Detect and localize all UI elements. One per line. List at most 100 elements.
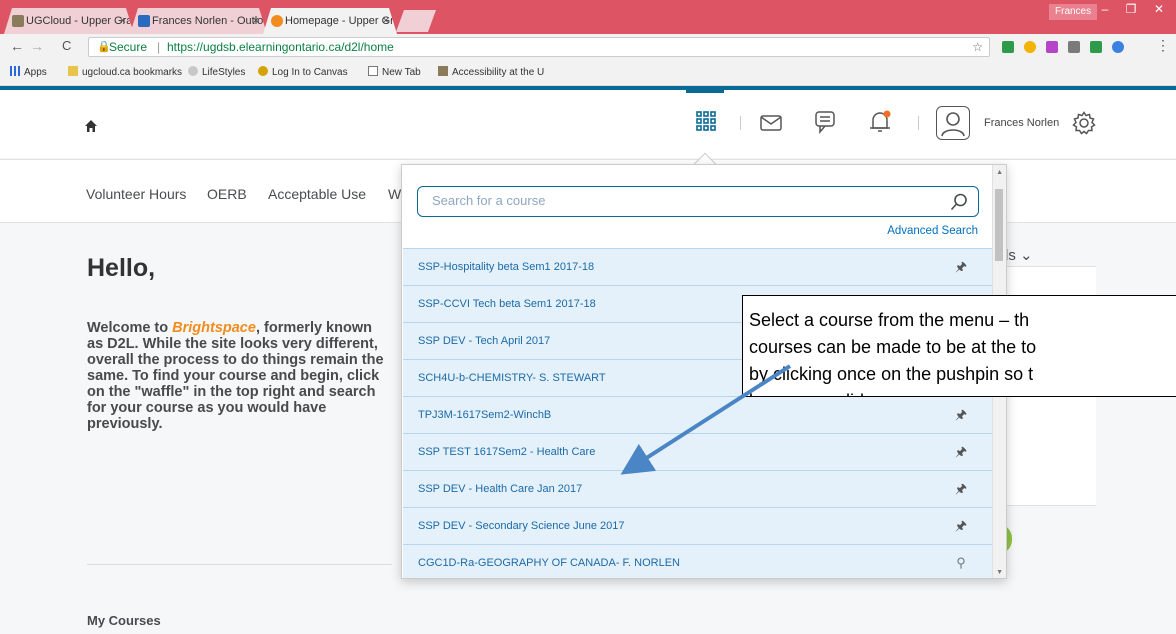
course-name[interactable]: SSP DEV - Secondary Science June 2017: [418, 520, 624, 532]
bookmark-apps[interactable]: Apps: [10, 66, 47, 78]
page-icon: [368, 66, 378, 76]
instruction-callout: Select a course from the menu – th cours…: [742, 295, 1176, 397]
extension-icon[interactable]: [1024, 41, 1036, 53]
home-icon[interactable]: [84, 118, 98, 138]
bookmark-new-tab[interactable]: New Tab: [368, 66, 421, 78]
pushpin-solid-icon[interactable]: 🖈: [954, 397, 968, 433]
pushpin-solid-icon[interactable]: 🖈: [954, 249, 968, 285]
course-name[interactable]: SSP TEST 1617Sem2 - Health Care: [418, 446, 595, 458]
tab-close-icon[interactable]: ×: [120, 8, 126, 34]
course-name[interactable]: SSP DEV - Health Care Jan 2017: [418, 483, 582, 495]
course-item[interactable]: SSP-Hospitality beta Sem1 2017-18 🖈: [403, 248, 992, 285]
course-name[interactable]: SCH4U-b-CHEMISTRY- S. STEWART: [418, 372, 606, 384]
bookmark-accessibility[interactable]: Accessibility at the U: [438, 66, 544, 78]
lifestyles-icon: [188, 66, 198, 76]
callout-line: Select a course from the menu – th: [749, 310, 1030, 330]
minimize-icon[interactable]: –: [1092, 2, 1118, 16]
url-text: https://ugdsb.elearningontario.ca/d2l/ho…: [167, 40, 394, 54]
back-icon[interactable]: ←: [10, 38, 24, 54]
callout-line: by clicking once on the pushpin so t: [749, 364, 1034, 384]
pushpin-solid-icon[interactable]: 🖈: [954, 508, 968, 544]
window-close-icon[interactable]: ✕: [1146, 2, 1172, 16]
apps-grid-icon: [10, 66, 20, 76]
pushpin-solid-icon[interactable]: 🖈: [954, 434, 968, 470]
course-name[interactable]: SSP-Hospitality beta Sem1 2017-18: [418, 261, 594, 273]
profile-chip[interactable]: Frances: [1049, 4, 1098, 20]
nav-link-oerb[interactable]: OERB: [207, 186, 247, 202]
user-name[interactable]: Frances Norlen: [984, 117, 1059, 129]
chat-icon[interactable]: [814, 110, 840, 136]
content-divider: [87, 564, 392, 565]
pushpin-solid-icon[interactable]: 🖈: [954, 471, 968, 507]
nav-link-volunteer-hours[interactable]: Volunteer Hours: [86, 186, 186, 202]
waffle-grid-icon[interactable]: [695, 110, 721, 136]
mail-icon[interactable]: [760, 114, 786, 140]
course-name[interactable]: SSP DEV - Tech April 2017: [418, 335, 550, 347]
course-item[interactable]: SSP TEST 1617Sem2 - Health Care 🖈: [403, 433, 992, 470]
secure-label: Secure: [109, 40, 148, 54]
brightspace-icon: [271, 15, 283, 27]
extension-icon[interactable]: [1046, 41, 1058, 53]
tab-close-icon[interactable]: ×: [253, 8, 259, 34]
course-name[interactable]: TPJ3M-1617Sem2-WinchB: [418, 409, 551, 421]
scroll-up-icon[interactable]: ▲: [996, 169, 1003, 176]
bookmark-star-icon[interactable]: ☆: [972, 38, 983, 56]
bookmark-lifestyles[interactable]: LifeStyles: [188, 66, 245, 78]
bookmark-canvas[interactable]: Log In to Canvas: [258, 66, 348, 78]
restore-icon[interactable]: ❐: [1118, 2, 1144, 16]
callout-line: becomes solid: [749, 388, 1176, 396]
course-item[interactable]: TPJ3M-1617Sem2-WinchB 🖈: [403, 396, 992, 433]
welcome-message: Welcome to Brightspace, formerly known a…: [87, 320, 384, 432]
tab-label: Homepage - Upper Gran: [285, 15, 397, 27]
tab-label: Frances Norlen - Outlool: [152, 15, 267, 27]
nav-link-acceptable-use[interactable]: Acceptable Use: [268, 186, 366, 202]
scrollbar-thumb[interactable]: [995, 189, 1003, 261]
course-item[interactable]: SSP DEV - Health Care Jan 2017 🖈: [403, 470, 992, 507]
new-tab-button[interactable]: [396, 10, 436, 32]
extension-icon[interactable]: [1002, 41, 1014, 53]
chrome-menu-icon[interactable]: ⋮: [1156, 37, 1170, 54]
browser-titlebar: UGCloud - Upper Grand × Frances Norlen -…: [0, 0, 1176, 34]
bookmarks-bar: Apps ugcloud.ca bookmarks LifeStyles Log…: [0, 60, 1176, 86]
address-bar: ← → C 🔒 Secure | https://ugdsb.elearning…: [0, 34, 1176, 60]
ugcloud-icon: [438, 66, 448, 76]
course-name[interactable]: SSP-CCVI Tech beta Sem1 2017-18: [418, 298, 596, 310]
nav-link-truncated[interactable]: W: [388, 186, 401, 202]
scroll-down-icon[interactable]: ▼: [996, 569, 1003, 576]
reload-icon[interactable]: C: [62, 38, 71, 53]
greeting-heading: Hello,: [87, 254, 156, 282]
my-courses-heading: My Courses: [87, 613, 161, 628]
site-header: Frances Norlen: [0, 90, 1176, 158]
course-search-input[interactable]: [432, 193, 932, 208]
browser-tab-homepage[interactable]: Homepage - Upper Gran ×: [263, 8, 397, 34]
extension-icon[interactable]: [1112, 41, 1124, 53]
canvas-icon: [258, 66, 268, 76]
course-search-box[interactable]: [417, 186, 979, 217]
callout-line: courses can be made to be at the to: [749, 337, 1037, 357]
tab-close-icon[interactable]: ×: [383, 8, 389, 34]
cast-icon[interactable]: [1068, 41, 1080, 53]
search-icon[interactable]: [950, 193, 968, 211]
outlook-icon: [138, 15, 150, 27]
url-separator: |: [157, 40, 161, 54]
browser-tab-outlook[interactable]: Frances Norlen - Outlool ×: [130, 8, 267, 34]
header-divider: [740, 116, 741, 130]
extension-icon[interactable]: [1090, 41, 1102, 53]
ugcloud-icon: [12, 15, 24, 27]
course-name[interactable]: CGC1D-Ra-GEOGRAPHY OF CANADA- F. NORLEN: [418, 557, 680, 569]
advanced-search-link[interactable]: Advanced Search: [887, 225, 978, 237]
bell-icon[interactable]: [868, 110, 894, 136]
url-field[interactable]: 🔒 Secure | https://ugdsb.elearningontari…: [88, 37, 990, 57]
brightspace-brand: Brightspace: [172, 320, 256, 336]
waffle-active-indicator: [686, 90, 724, 93]
course-item[interactable]: SSP DEV - Secondary Science June 2017 🖈: [403, 507, 992, 544]
folder-icon: [68, 66, 78, 76]
header-divider: [918, 116, 919, 130]
course-item[interactable]: CGC1D-Ra-GEOGRAPHY OF CANADA- F. NORLEN ⚲: [403, 544, 992, 578]
gear-icon[interactable]: [1072, 111, 1098, 137]
pushpin-outline-icon[interactable]: ⚲: [954, 545, 968, 578]
forward-icon[interactable]: →: [30, 38, 44, 54]
bookmark-ugcloud-folder[interactable]: ugcloud.ca bookmarks: [68, 66, 182, 78]
avatar-icon[interactable]: [936, 106, 970, 140]
browser-tab-ugcloud[interactable]: UGCloud - Upper Grand ×: [4, 8, 134, 34]
